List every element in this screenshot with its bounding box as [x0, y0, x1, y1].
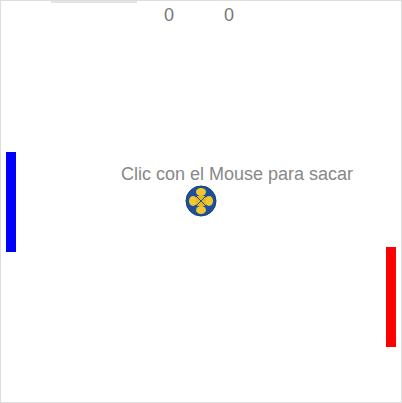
scoreboard: 00	[1, 5, 401, 26]
ball-icon	[185, 185, 217, 217]
score: 0	[164, 5, 174, 26]
game-board[interactable]: 00 Clic con el Mouse para sacar	[0, 0, 402, 403]
paddle[interactable]	[386, 247, 396, 347]
top-strip	[51, 1, 137, 3]
score: 0	[224, 5, 234, 26]
paddle[interactable]	[6, 152, 16, 252]
serve-message: Clic con el Mouse para sacar	[121, 164, 353, 185]
